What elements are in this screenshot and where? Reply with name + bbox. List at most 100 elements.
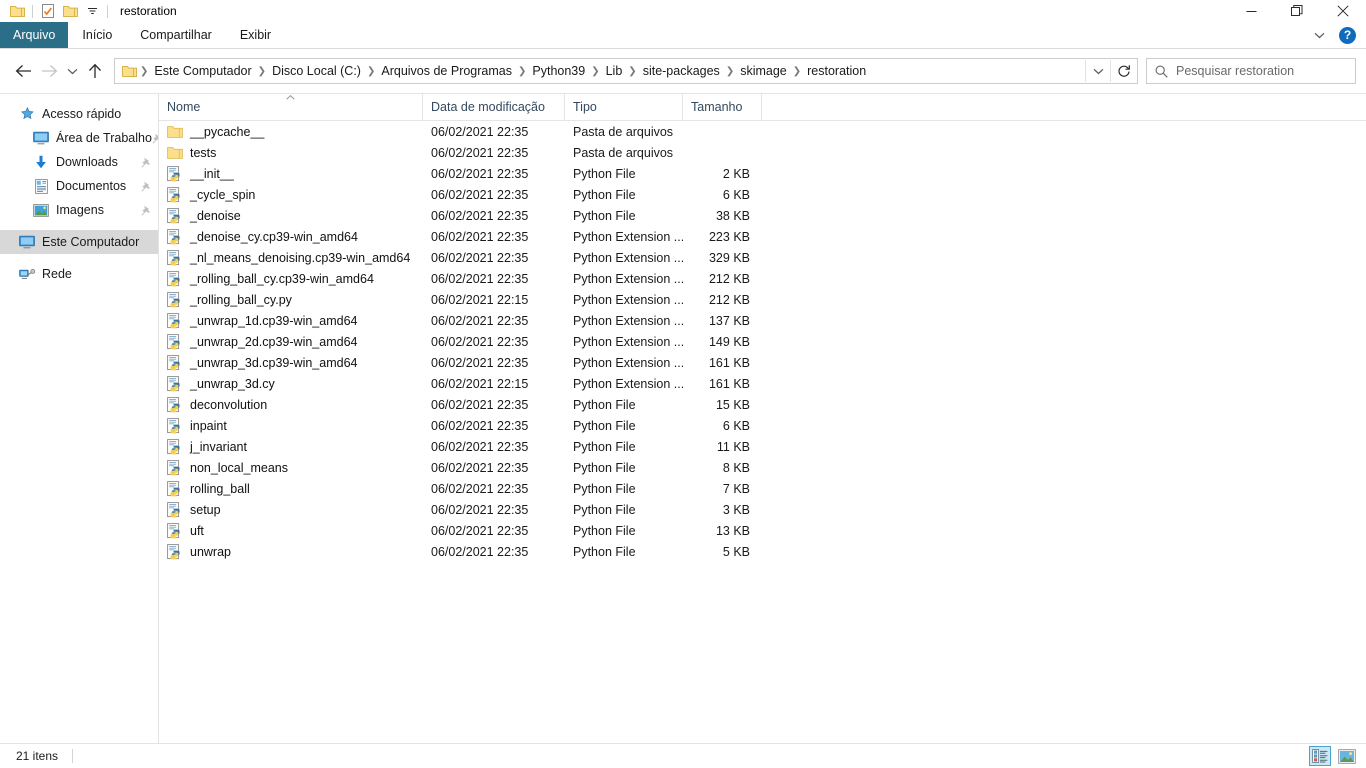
back-button[interactable] <box>10 58 36 84</box>
search-box[interactable] <box>1146 58 1356 84</box>
sidebar-item-documentos[interactable]: Documentos <box>0 174 158 198</box>
cell-type: Python File <box>573 439 636 454</box>
refresh-icon[interactable] <box>1110 60 1137 82</box>
cell-date-modified: 06/02/2021 22:35 <box>431 544 529 559</box>
sidebar-item-acesso-rapido[interactable]: Acesso rápido <box>0 102 158 126</box>
breadcrumb-separator: ❯ <box>366 65 376 77</box>
table-row[interactable]: setup 06/02/2021 22:35 Python File 3 KB <box>159 499 1366 520</box>
table-row[interactable]: unwrap 06/02/2021 22:35 Python File 5 KB <box>159 541 1366 562</box>
breadcrumb-item-restoration[interactable]: restoration <box>802 60 871 82</box>
ribbon-collapse-chevron-icon[interactable] <box>1308 32 1331 39</box>
tab-exibir[interactable]: Exibir <box>226 22 285 48</box>
folder-icon <box>167 124 183 140</box>
sidebar-item-este-computador[interactable]: Este Computador <box>0 230 158 254</box>
item-count-label: 21 itens <box>16 749 59 763</box>
up-button[interactable] <box>82 58 108 84</box>
cell-name: _nl_means_denoising.cp39-win_amd64 <box>159 249 423 266</box>
sidebar-item-area-de-trabalho[interactable]: Área de Trabalho <box>0 126 158 150</box>
table-row[interactable]: _unwrap_1d.cp39-win_amd64 06/02/2021 22:3… <box>159 310 1366 331</box>
cell-name: _unwrap_1d.cp39-win_amd64 <box>159 312 423 329</box>
table-row[interactable]: _denoise 06/02/2021 22:35 Python File 38 KB <box>159 205 1366 226</box>
column-header-tamanho[interactable]: Tamanho <box>683 94 762 120</box>
close-button[interactable] <box>1320 0 1366 22</box>
qat-separator-1 <box>32 4 33 18</box>
large-icons-view-button[interactable] <box>1336 746 1358 766</box>
table-row[interactable]: inpaint 06/02/2021 22:35 Python File 6 KB <box>159 415 1366 436</box>
breadcrumb-item-este-computador[interactable]: Este Computador <box>149 60 256 82</box>
tab-inicio[interactable]: Início <box>68 22 126 48</box>
table-row[interactable]: non_local_means 06/02/2021 22:35 Python Fi… <box>159 457 1366 478</box>
qat-chevron-down-icon[interactable] <box>81 1 103 21</box>
column-header-tipo[interactable]: Tipo <box>565 94 683 120</box>
minimize-button[interactable] <box>1228 0 1274 22</box>
qat-new-folder-icon[interactable] <box>59 1 81 21</box>
table-row[interactable]: _nl_means_denoising.cp39-win_amd64 06/02/… <box>159 247 1366 268</box>
python-file-icon <box>167 312 183 329</box>
table-row[interactable]: uft 06/02/2021 22:35 Python File 13 KB <box>159 520 1366 541</box>
address-bar: ❯ Este Computador ❯ Disco Local (C:) ❯ A… <box>0 49 1366 93</box>
cell-size: 149 KB <box>708 334 750 349</box>
table-row[interactable]: _unwrap_2d.cp39-win_amd64 06/02/2021 22:3… <box>159 331 1366 352</box>
pin-icon[interactable] <box>141 205 152 216</box>
ribbon-tabs: Arquivo Início Compartilhar Exibir ? <box>0 22 1366 49</box>
cell-date-modified: 06/02/2021 22:35 <box>431 334 529 349</box>
table-row[interactable]: _rolling_ball_cy.cp39-win_amd64 06/02/202… <box>159 268 1366 289</box>
table-row[interactable]: __pycache__ 06/02/2021 22:35 Pasta de arqu… <box>159 121 1366 142</box>
search-input[interactable] <box>1174 63 1355 79</box>
qat-folder-icon[interactable] <box>6 1 28 21</box>
search-icon <box>1155 65 1168 78</box>
cell-name: _unwrap_3d.cp39-win_amd64 <box>159 354 423 371</box>
breadcrumb-item-python39[interactable]: Python39 <box>527 60 590 82</box>
cell-type: Python File <box>573 418 636 433</box>
table-row[interactable]: _cycle_spin 06/02/2021 22:35 Python File 6 … <box>159 184 1366 205</box>
python-file-icon <box>167 522 183 539</box>
forward-button[interactable] <box>36 58 62 84</box>
breadcrumb-item-disco-local[interactable]: Disco Local (C:) <box>267 60 366 82</box>
cell-name: j_invariant <box>159 438 423 455</box>
table-row[interactable]: j_invariant 06/02/2021 22:35 Python File 11… <box>159 436 1366 457</box>
file-name-label: __pycache__ <box>190 124 265 139</box>
cell-date-modified: 06/02/2021 22:35 <box>431 439 529 454</box>
cell-size: 5 KB <box>722 544 750 559</box>
qat-properties-icon[interactable] <box>37 1 59 21</box>
table-row[interactable]: rolling_ball 06/02/2021 22:35 Python File 7… <box>159 478 1366 499</box>
details-view-button[interactable] <box>1309 746 1331 766</box>
cell-type: Pasta de arquivos <box>573 124 674 139</box>
table-row[interactable]: deconvolution 06/02/2021 22:35 Python File… <box>159 394 1366 415</box>
column-header-data-de-modificacao[interactable]: Data de modificação <box>423 94 565 120</box>
sidebar-item-rede[interactable]: Rede <box>0 262 158 286</box>
sidebar-item-downloads[interactable]: Downloads <box>0 150 158 174</box>
table-row[interactable]: __init__ 06/02/2021 22:35 Python File 2 KB <box>159 163 1366 184</box>
address-dropdown-chevron-icon[interactable] <box>1085 60 1110 82</box>
help-icon[interactable]: ? <box>1339 26 1356 44</box>
table-row[interactable]: tests 06/02/2021 22:35 Pasta de arquivos <box>159 142 1366 163</box>
sidebar-item-imagens[interactable]: Imagens <box>0 198 158 222</box>
tab-compartilhar[interactable]: Compartilhar <box>126 22 226 48</box>
table-row[interactable]: _unwrap_3d.cy 06/02/2021 22:15 Python Exte… <box>159 373 1366 394</box>
file-name-label: __init__ <box>190 166 234 181</box>
table-row[interactable]: _rolling_ball_cy.py 06/02/2021 22:15 Pytho… <box>159 289 1366 310</box>
sidebar-label: Área de Trabalho <box>56 131 152 145</box>
breadcrumb-item-site-packages[interactable]: site-packages <box>638 60 725 82</box>
pin-icon[interactable] <box>141 157 152 168</box>
tab-arquivo[interactable]: Arquivo <box>0 22 69 48</box>
column-header-nome[interactable]: Nome <box>159 94 423 120</box>
address-path-box[interactable]: ❯ Este Computador ❯ Disco Local (C:) ❯ A… <box>114 58 1138 84</box>
cell-size: 161 KB <box>708 376 750 391</box>
cell-type: Python Extension ... <box>573 313 683 328</box>
pin-icon[interactable] <box>152 133 158 144</box>
breadcrumb-item-lib[interactable]: Lib <box>601 60 628 82</box>
breadcrumb-item-arquivos-de-programas[interactable]: Arquivos de Programas <box>376 60 517 82</box>
recent-locations-button[interactable] <box>62 58 82 84</box>
table-row[interactable]: _denoise_cy.cp39-win_amd64 06/02/2021 22:… <box>159 226 1366 247</box>
python-file-icon <box>167 207 183 224</box>
pin-icon[interactable] <box>141 181 152 192</box>
python-file-icon <box>167 270 183 287</box>
cell-type: Python File <box>573 523 636 538</box>
table-row[interactable]: _unwrap_3d.cp39-win_amd64 06/02/2021 22:3… <box>159 352 1366 373</box>
breadcrumb-item-skimage[interactable]: skimage <box>735 60 792 82</box>
cell-name: _rolling_ball_cy.py <box>159 291 423 308</box>
file-explorer-window: restoration Arquivo Início Compartilhar … <box>0 0 1366 768</box>
python-file-icon <box>167 417 183 434</box>
restore-button[interactable] <box>1274 0 1320 22</box>
